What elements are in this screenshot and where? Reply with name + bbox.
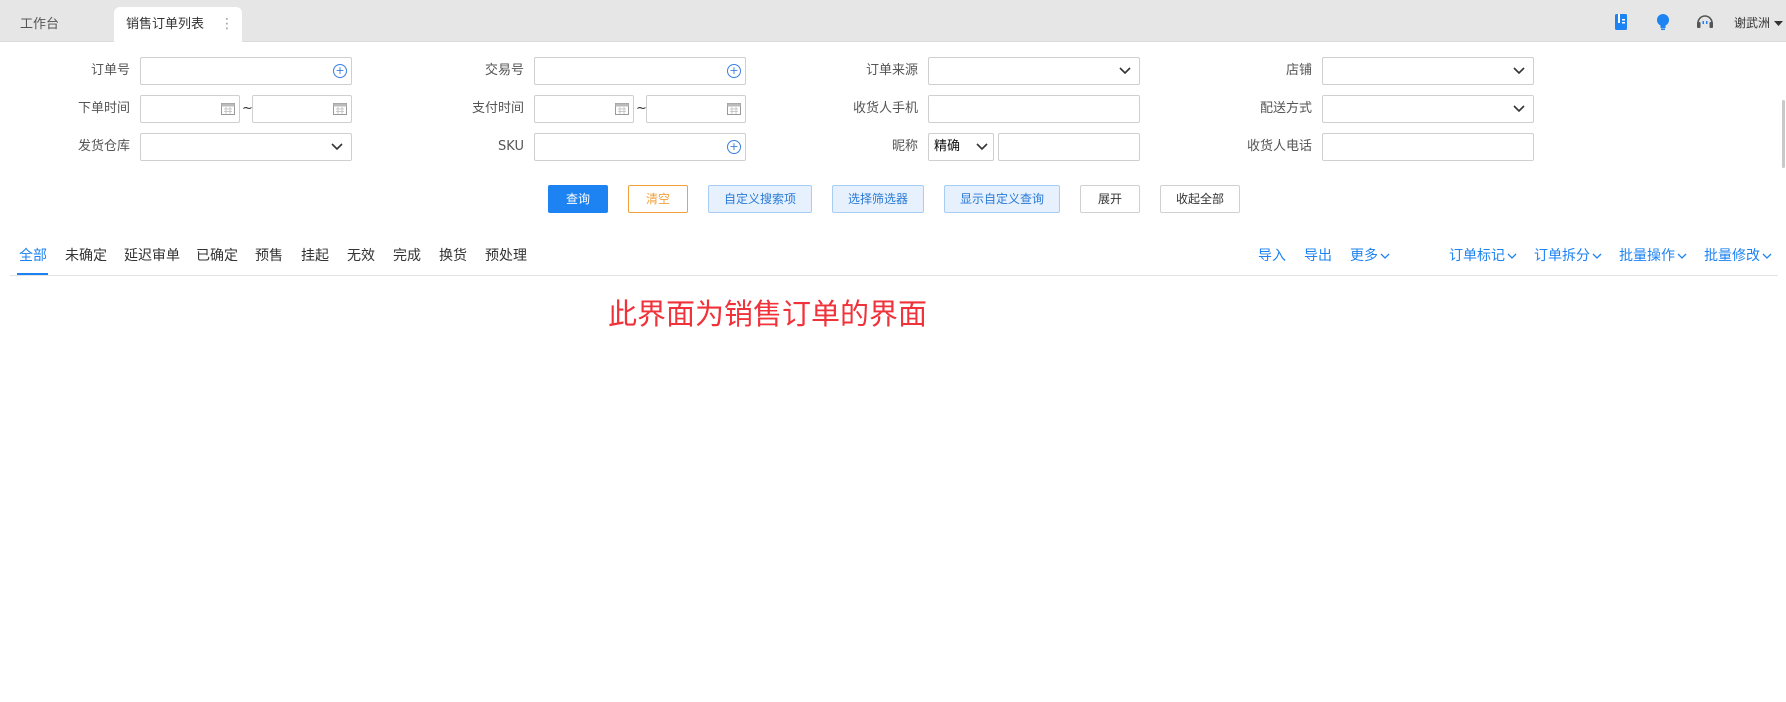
tab-label: 工作台 <box>20 17 60 32</box>
nickname-match-select[interactable]: 精确 <box>928 133 994 161</box>
chevron-down-icon <box>1380 253 1390 259</box>
receiver-phone-label: 收货人电话 <box>1246 139 1312 154</box>
pay-time-start-input[interactable] <box>534 95 634 123</box>
scrollbar-thumb-secondary <box>1782 140 1785 168</box>
receiver-mobile-input[interactable] <box>928 95 1140 123</box>
export-label: 导出 <box>1304 248 1332 264</box>
show-custom-query-button[interactable]: 显示自定义查询 <box>944 185 1060 213</box>
order-no-label: 订单号 <box>90 63 130 78</box>
batch-ops-dropdown[interactable]: 批量操作 <box>1619 244 1687 268</box>
order-mark-dropdown[interactable]: 订单标记 <box>1449 244 1517 268</box>
order-status-tabs: 全部 未确定 延迟审单 已确定 预售 挂起 无效 完成 换货 预处理 导入 导出… <box>0 244 1786 284</box>
chevron-down-icon <box>331 143 343 151</box>
add-circle-icon[interactable]: + <box>333 64 347 78</box>
sku-input[interactable]: + <box>534 133 746 161</box>
delivery-method-select[interactable] <box>1322 95 1534 123</box>
order-split-dropdown[interactable]: 订单拆分 <box>1534 244 1602 268</box>
import-link[interactable]: 导入 <box>1258 244 1286 268</box>
user-name: 谢武洲 <box>1734 16 1771 30</box>
collapse-all-button[interactable]: 收起全部 <box>1160 185 1240 213</box>
custom-search-button[interactable]: 自定义搜索项 <box>708 185 812 213</box>
status-tab-delayed-review[interactable]: 延迟审单 <box>124 244 180 276</box>
tab-sales-order-list[interactable]: 销售订单列表 ⋮ <box>114 7 242 42</box>
more-vertical-icon[interactable]: ⋮ <box>220 7 234 42</box>
chevron-down-icon <box>1513 67 1525 75</box>
trade-no-input[interactable]: + <box>534 57 746 85</box>
chevron-down-icon <box>1592 253 1602 259</box>
chevron-down-icon <box>1507 253 1517 259</box>
warehouse-select[interactable] <box>140 133 352 161</box>
lightbulb-icon[interactable] <box>1654 13 1672 31</box>
headset-icon[interactable] <box>1696 13 1714 31</box>
calendar-icon[interactable] <box>727 103 741 115</box>
status-tab-completed[interactable]: 完成 <box>393 244 421 276</box>
batch-edit-label: 批量修改 <box>1704 248 1760 264</box>
chevron-down-icon <box>1677 253 1687 259</box>
batch-ops-label: 批量操作 <box>1619 248 1675 264</box>
user-menu[interactable]: 谢武洲 <box>1734 0 1783 42</box>
calendar-icon[interactable] <box>615 103 629 115</box>
status-tab-all[interactable]: 全部 <box>19 244 47 276</box>
page-notice: 此界面为销售订单的界面 <box>608 297 928 331</box>
shop-label: 店铺 <box>1285 63 1312 78</box>
batch-edit-dropdown[interactable]: 批量修改 <box>1704 244 1772 268</box>
nickname-label: 昵称 <box>891 139 918 154</box>
tab-label: 销售订单列表 <box>126 17 205 32</box>
order-split-label: 订单拆分 <box>1534 248 1590 264</box>
expand-button[interactable]: 展开 <box>1080 185 1140 213</box>
order-time-label: 下单时间 <box>77 101 130 116</box>
pay-time-label: 支付时间 <box>471 101 524 116</box>
order-time-end-input[interactable] <box>252 95 352 123</box>
export-link[interactable]: 导出 <box>1304 244 1332 268</box>
status-tab-exchange[interactable]: 换货 <box>439 244 467 276</box>
status-tab-presale[interactable]: 预售 <box>255 244 283 276</box>
chevron-down-icon <box>1762 253 1772 259</box>
choose-filter-button[interactable]: 选择筛选器 <box>832 185 924 213</box>
chevron-down-icon <box>1119 67 1131 75</box>
status-tab-confirmed[interactable]: 已确定 <box>196 244 238 276</box>
tabs-divider <box>10 275 1778 276</box>
more-label: 更多 <box>1350 248 1378 264</box>
receiver-phone-input[interactable] <box>1322 133 1534 161</box>
clear-button[interactable]: 清空 <box>628 185 688 213</box>
calendar-icon[interactable] <box>221 103 235 115</box>
order-source-label: 订单来源 <box>865 63 918 78</box>
status-tab-invalid[interactable]: 无效 <box>347 244 375 276</box>
match-mode-value: 精确 <box>934 139 961 154</box>
notebook-icon[interactable] <box>1612 13 1630 31</box>
delivery-method-label: 配送方式 <box>1259 101 1312 116</box>
status-tab-unconfirmed[interactable]: 未确定 <box>65 244 107 276</box>
chevron-down-icon <box>976 143 988 151</box>
trade-no-label: 交易号 <box>484 63 524 78</box>
order-mark-label: 订单标记 <box>1449 248 1505 264</box>
nickname-input[interactable] <box>998 133 1140 161</box>
tab-workbench[interactable]: 工作台 <box>8 7 71 42</box>
status-tab-suspended[interactable]: 挂起 <box>301 244 329 276</box>
status-tab-preprocess[interactable]: 预处理 <box>485 244 527 276</box>
more-dropdown[interactable]: 更多 <box>1350 244 1390 268</box>
add-circle-icon[interactable]: + <box>727 64 741 78</box>
chevron-down-icon <box>1513 105 1525 113</box>
order-source-select[interactable] <box>928 57 1140 85</box>
receiver-mobile-label: 收货人手机 <box>852 101 918 116</box>
calendar-icon[interactable] <box>333 103 347 115</box>
top-tab-bar: 工作台 销售订单列表 ⋮ 谢武洲 <box>0 0 1786 42</box>
warehouse-label: 发货仓库 <box>77 139 130 154</box>
pay-time-end-input[interactable] <box>646 95 746 123</box>
query-button[interactable]: 查询 <box>548 185 608 213</box>
order-no-input[interactable]: + <box>140 57 352 85</box>
caret-down-icon <box>1773 21 1783 26</box>
sku-label: SKU <box>498 139 524 154</box>
shop-select[interactable] <box>1322 57 1534 85</box>
import-label: 导入 <box>1258 248 1286 264</box>
add-circle-icon[interactable]: + <box>727 140 741 154</box>
order-time-start-input[interactable] <box>140 95 240 123</box>
